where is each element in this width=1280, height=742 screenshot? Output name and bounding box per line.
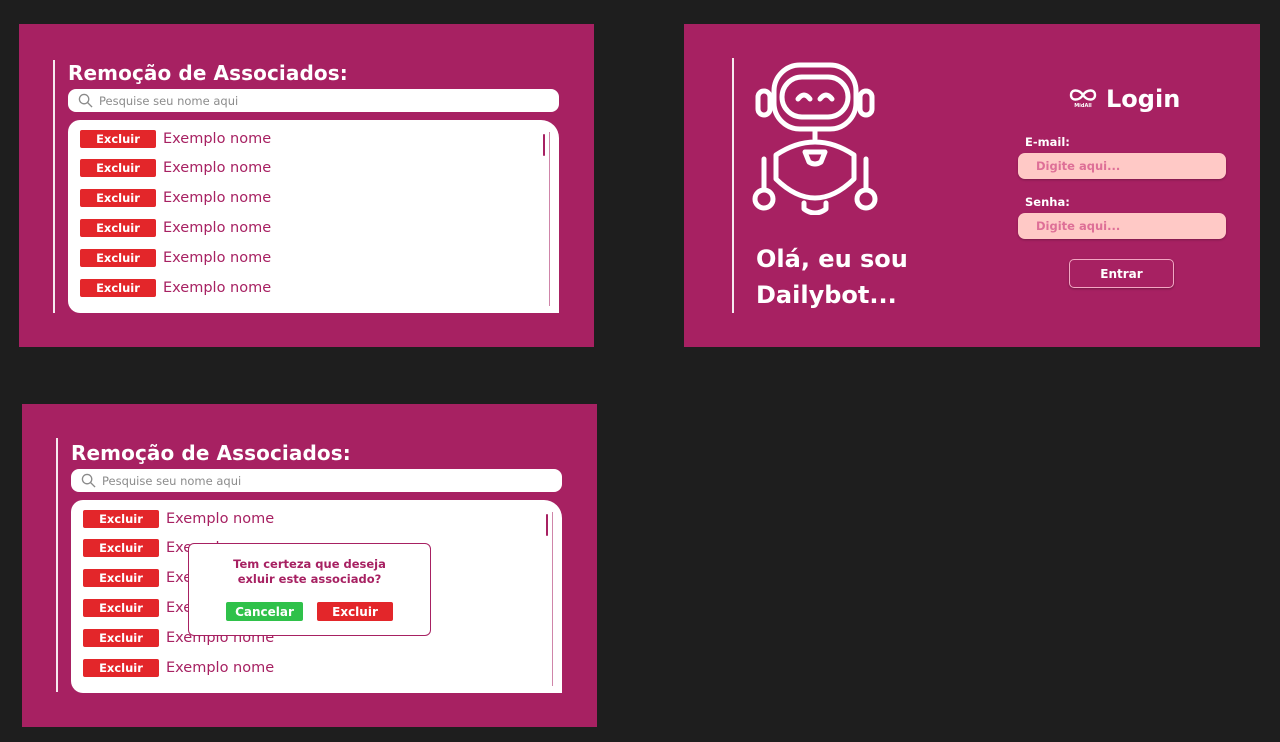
search-input[interactable] bbox=[99, 93, 399, 108]
password-input[interactable] bbox=[1036, 219, 1216, 233]
scrollbar-thumb[interactable] bbox=[546, 514, 548, 536]
delete-button[interactable]: Excluir bbox=[83, 659, 159, 677]
email-field[interactable] bbox=[1018, 153, 1226, 179]
scrollbar-track[interactable] bbox=[549, 132, 550, 306]
confirm-message-line: Tem certeza que deseja bbox=[233, 557, 386, 571]
scrollbar-track[interactable] bbox=[552, 512, 553, 686]
associate-name: Exemplo nome bbox=[166, 511, 275, 527]
list-item: Excluir Exemplo nome bbox=[83, 510, 274, 528]
password-label: Senha: bbox=[1025, 195, 1070, 209]
associate-name: Exemplo nome bbox=[163, 220, 272, 236]
page-title: Remoção de Associados: bbox=[71, 441, 351, 465]
delete-button[interactable]: Excluir bbox=[83, 569, 159, 587]
confirm-message: Tem certeza que deseja exluir este assoc… bbox=[189, 557, 430, 587]
list-item: Excluir Exemplo nome bbox=[80, 279, 271, 297]
search-input[interactable] bbox=[102, 473, 402, 488]
login-screen: Olá, eu sou Dailybot... MidAll Login E-m… bbox=[684, 24, 1260, 347]
list-item: Excluir Exemplo nome bbox=[80, 249, 271, 267]
associate-name: Exemplo nome bbox=[166, 660, 275, 676]
logo-text: MidAll bbox=[1074, 103, 1092, 109]
associate-name: Exemplo nome bbox=[163, 250, 272, 266]
associate-name: Exemplo nome bbox=[163, 280, 272, 296]
list-item: Excluir Exemplo nome bbox=[80, 219, 271, 237]
login-button[interactable]: Entrar bbox=[1069, 259, 1174, 288]
delete-button[interactable]: Excluir bbox=[83, 629, 159, 647]
delete-button[interactable]: Excluir bbox=[80, 130, 156, 148]
greeting: Olá, eu sou Dailybot... bbox=[756, 241, 908, 313]
confirm-message-line: exluir este associado? bbox=[237, 572, 382, 586]
divider-line bbox=[53, 60, 55, 313]
login-title: Login bbox=[1106, 85, 1181, 113]
greeting-line: Olá, eu sou bbox=[756, 245, 908, 273]
search-icon bbox=[81, 473, 96, 488]
associate-name: Exemplo nome bbox=[163, 160, 272, 176]
delete-button[interactable]: Excluir bbox=[80, 279, 156, 297]
associates-list[interactable]: Excluir Exemplo nome Excluir Exemplo nom… bbox=[68, 120, 559, 313]
delete-button[interactable]: Excluir bbox=[80, 159, 156, 177]
removal-confirm-screen: Remoção de Associados: Excluir Exemplo n… bbox=[22, 404, 597, 727]
list-item: Excluir Exemplo nome bbox=[80, 159, 271, 177]
delete-button[interactable]: Excluir bbox=[80, 189, 156, 207]
greeting-line: Dailybot... bbox=[756, 281, 897, 309]
delete-button[interactable]: Excluir bbox=[83, 539, 159, 557]
divider-line bbox=[56, 438, 58, 692]
email-input[interactable] bbox=[1036, 159, 1216, 173]
page-title: Remoção de Associados: bbox=[68, 61, 348, 85]
password-field[interactable] bbox=[1018, 213, 1226, 239]
delete-button[interactable]: Excluir bbox=[80, 219, 156, 237]
search-bar[interactable] bbox=[68, 89, 559, 112]
associate-name: Exemplo nome bbox=[163, 190, 272, 206]
search-icon bbox=[78, 93, 93, 108]
delete-button[interactable]: Excluir bbox=[83, 599, 159, 617]
list-item: Excluir Exemplo nome bbox=[83, 659, 274, 677]
delete-button[interactable]: Excluir bbox=[80, 249, 156, 267]
search-bar[interactable] bbox=[71, 469, 562, 492]
confirm-dialog: Tem certeza que deseja exluir este assoc… bbox=[188, 543, 431, 636]
list-item: Excluir Exemplo nome bbox=[80, 130, 271, 148]
robot-icon bbox=[752, 62, 878, 215]
scrollbar-thumb[interactable] bbox=[543, 134, 545, 156]
divider-line bbox=[732, 58, 734, 313]
list-item: Excluir Exemplo nome bbox=[80, 189, 271, 207]
associate-name: Exemplo nome bbox=[163, 131, 272, 147]
removal-screen: Remoção de Associados: Excluir Exemplo n… bbox=[19, 24, 594, 347]
delete-button[interactable]: Excluir bbox=[83, 510, 159, 528]
cancel-button[interactable]: Cancelar bbox=[226, 602, 303, 621]
email-label: E-mail: bbox=[1025, 135, 1070, 149]
confirm-delete-button[interactable]: Excluir bbox=[317, 602, 393, 621]
